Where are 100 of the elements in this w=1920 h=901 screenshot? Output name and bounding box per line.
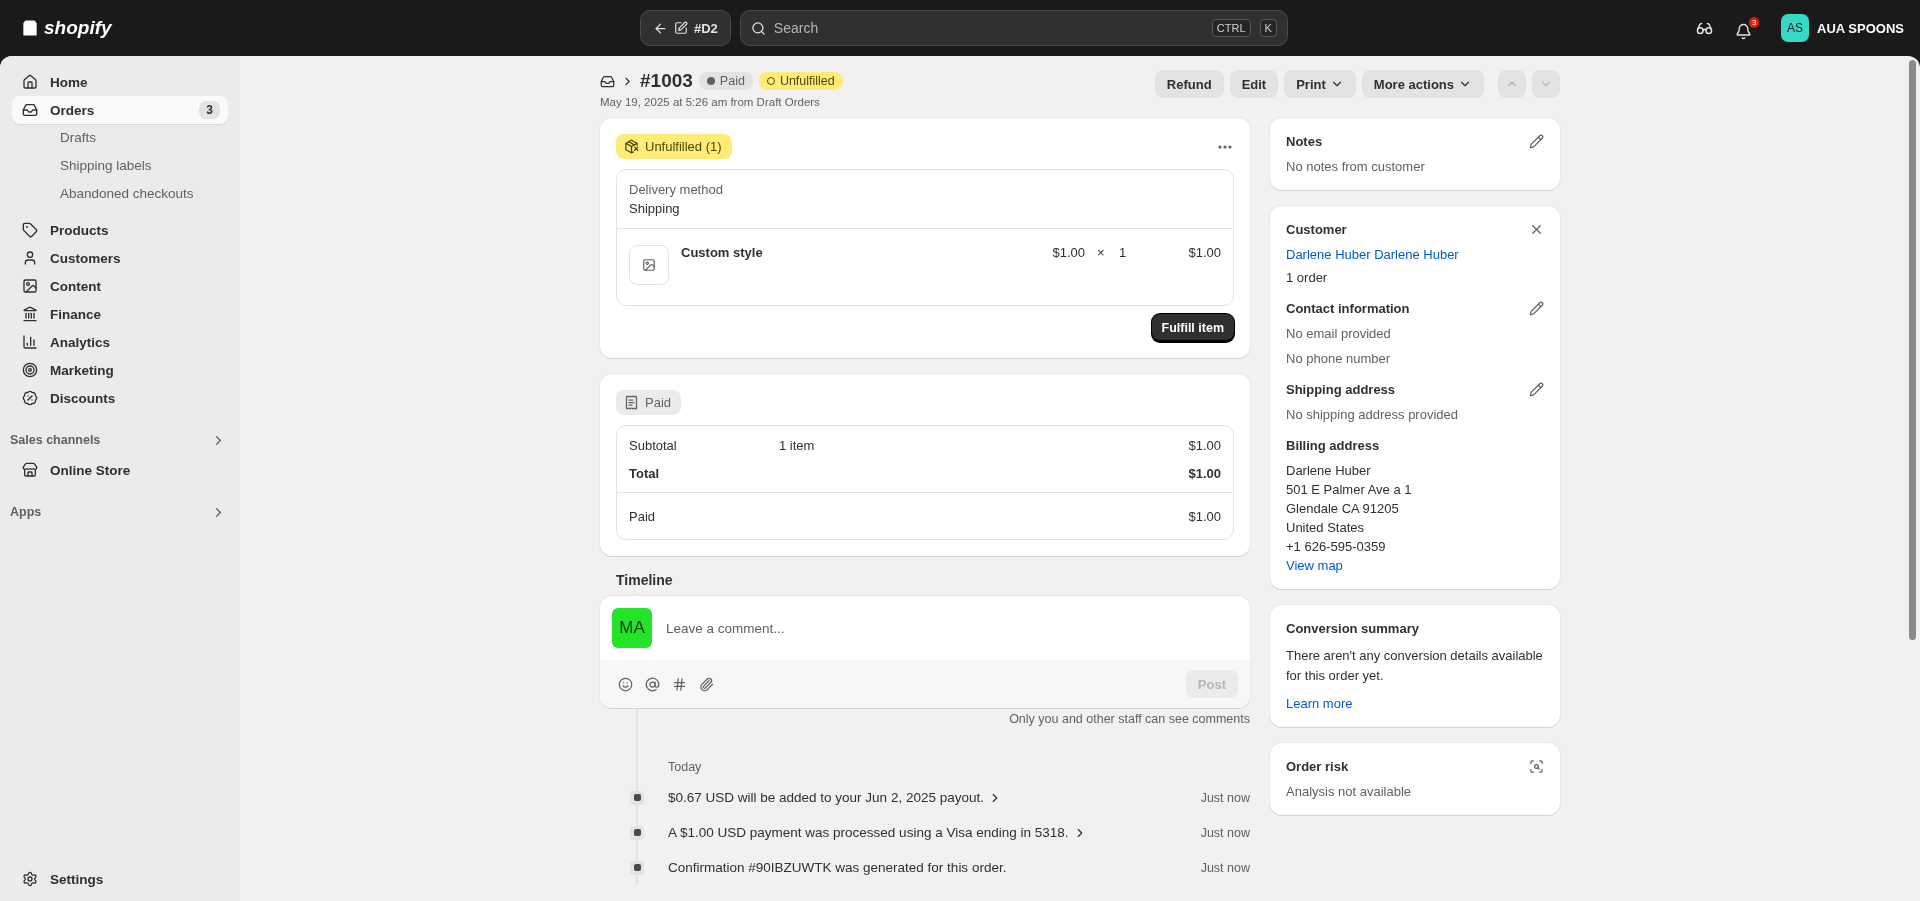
edit-button[interactable]: [1529, 382, 1544, 397]
action-button[interactable]: Edit: [1229, 70, 1279, 98]
section-title: Contact information: [1286, 301, 1410, 316]
store-menu[interactable]: AS AUA SPOONS: [1781, 14, 1904, 42]
close-button[interactable]: [1529, 222, 1544, 237]
date-heading: Today: [668, 760, 703, 774]
search-field[interactable]: Search: [771, 19, 1203, 37]
sidebar-item[interactable]: Online Store: [12, 456, 228, 484]
timeline-title: Timeline: [616, 572, 674, 588]
settings-icon: [22, 871, 38, 887]
edit-square-icon: [674, 21, 688, 35]
scan-search-icon: [1529, 759, 1544, 774]
customer-link[interactable]: Darlene Huber Darlene Huber: [1286, 247, 1544, 262]
fulfill-button[interactable]: Fulfill item: [1151, 314, 1234, 342]
map-link[interactable]: View map: [1286, 558, 1544, 573]
sidebar-item[interactable]: Finance: [12, 300, 228, 328]
at-sign-icon: [645, 676, 660, 692]
keyboard-key: K: [1259, 19, 1277, 37]
action-button[interactable]: Print: [1284, 70, 1356, 98]
back-chip[interactable]: #D2: [640, 10, 731, 46]
sidebar-item[interactable]: Home: [12, 68, 228, 96]
user-avatar: MA: [612, 608, 652, 648]
order-date: May 19, 2025 at 5:26 am from Draft Orders: [600, 96, 821, 108]
sidebar-subitem[interactable]: Abandoned checkouts: [12, 180, 228, 208]
status-badge: Paid: [616, 390, 682, 415]
card-title: Order risk: [1286, 759, 1349, 774]
address-line: United States: [1286, 520, 1366, 535]
status-badge: Unfulfilled: [758, 72, 843, 90]
line-total: $1.00: [1187, 245, 1221, 260]
event-time: Just now: [1200, 825, 1250, 840]
action-button[interactable]: Refund: [1154, 70, 1224, 98]
paperclip-icon: [699, 676, 714, 692]
product-name[interactable]: Custom style: [681, 245, 981, 260]
summary-amount: $1.00: [1188, 437, 1221, 453]
card-title: Conversion summary: [1286, 621, 1419, 636]
action-button[interactable]: More actions: [1361, 70, 1484, 98]
scrollbar[interactable]: [1909, 60, 1916, 640]
inbox-icon: [22, 102, 38, 118]
sidebar-item[interactable]: Orders 3: [12, 96, 228, 124]
notes-text: No notes from customer: [1286, 159, 1425, 174]
image-icon: [22, 278, 38, 294]
logo-text: shopify: [44, 17, 112, 39]
info-text: No email provided: [1286, 326, 1392, 341]
address-line: Glendale CA 91205: [1286, 501, 1400, 516]
event-time: Just now: [1200, 860, 1250, 875]
edit-button[interactable]: [1529, 134, 1544, 149]
section-header[interactable]: Sales channels: [10, 428, 226, 452]
bank-icon: [22, 306, 38, 322]
package-icon: [624, 139, 639, 154]
section-header[interactable]: Apps: [10, 500, 226, 524]
target-icon: [22, 362, 38, 378]
sidebar-item[interactable]: Analytics: [12, 328, 228, 356]
bar-chart-icon: [22, 334, 38, 350]
tag-icon: [22, 222, 38, 238]
section-title: Billing address: [1286, 438, 1381, 453]
sidebar-item[interactable]: Customers: [12, 244, 228, 272]
receipt-icon: [624, 395, 639, 410]
address-line: 501 E Palmer Ave a 1: [1286, 482, 1413, 497]
times-sign: ×: [1097, 245, 1106, 260]
sidebar-item[interactable]: Discounts: [12, 384, 228, 412]
risk-button[interactable]: [1529, 759, 1544, 774]
edit-button[interactable]: [1529, 301, 1544, 316]
address-line: Darlene Huber: [1286, 463, 1372, 478]
hash-icon: [672, 676, 687, 692]
sidebar-subitem[interactable]: Shipping labels: [12, 152, 228, 180]
summary-amount: $1.00: [1188, 508, 1221, 524]
conversion-text: There aren't any conversion details available for this order yet.: [1286, 647, 1544, 685]
store-icon: [22, 462, 38, 478]
summary-label: Subtotal: [629, 437, 678, 453]
order-count: 1 order: [1286, 270, 1329, 285]
event-text[interactable]: Confirmation #90IBZUWTK was generated for this order.: [668, 860, 1007, 875]
status-badge: Paid: [698, 72, 753, 90]
info-text: No shipping address provided: [1286, 407, 1459, 422]
card-title: Customer: [1286, 222, 1347, 237]
field-value: Shipping: [629, 201, 681, 216]
pencil-icon: [1529, 382, 1544, 397]
status-badge: Unfulfilled (1): [616, 134, 732, 159]
pencil-icon: [1529, 134, 1544, 149]
sidebar-subitem[interactable]: Drafts: [12, 124, 228, 152]
sidebar-item[interactable]: Content: [12, 272, 228, 300]
quantity: 1: [1119, 245, 1128, 260]
sidebar-item[interactable]: Products: [12, 216, 228, 244]
sidebar-item[interactable]: Marketing: [12, 356, 228, 384]
learn-more-link[interactable]: Learn more: [1286, 696, 1353, 711]
risk-text: Analysis not available: [1286, 784, 1412, 799]
event-time: Just now: [1200, 790, 1250, 805]
event-text[interactable]: A $1.00 USD payment was processed using a Visa ending in 5318.: [668, 825, 1087, 840]
pencil-icon: [1529, 301, 1544, 316]
summary-detail: 1 item: [779, 437, 815, 453]
notifications-button[interactable]: 3: [1735, 16, 1760, 40]
sidebar-item[interactable]: Settings: [12, 865, 228, 893]
ellipsis-icon: [1218, 144, 1232, 149]
event-text[interactable]: $0.67 USD will be added to your Jun 2, 2025 payout.: [668, 790, 1002, 805]
count-badge: 3: [199, 101, 220, 119]
bell-icon: [1735, 22, 1753, 40]
person-icon: [22, 250, 38, 266]
keyboard-key: CTRL: [1211, 19, 1251, 37]
address-line: +1 626-595-0359: [1286, 539, 1387, 554]
notification-count: 3: [1748, 16, 1760, 28]
search-bar[interactable]: Search CTRL K: [739, 10, 1288, 46]
